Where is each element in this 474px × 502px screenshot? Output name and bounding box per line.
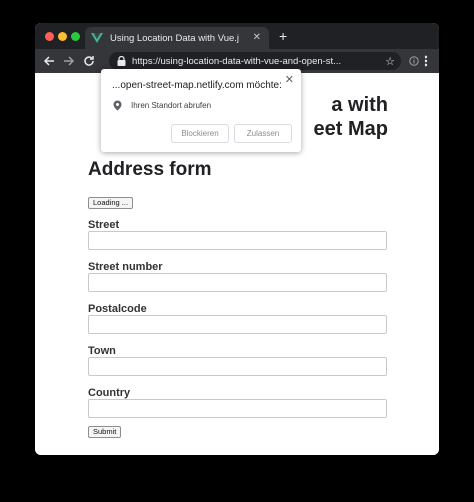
reload-icon[interactable] [81, 53, 97, 69]
browser-window: Using Location Data with Vue.j ✕ + https… [35, 23, 439, 455]
tab-active[interactable]: Using Location Data with Vue.j ✕ [85, 27, 269, 49]
new-tab-button[interactable]: + [279, 28, 287, 44]
popup-title: ...open-street-map.netlify.com möchte: [112, 80, 282, 91]
street-input[interactable] [88, 231, 387, 250]
permission-text: Ihren Standort abrufen [131, 101, 212, 110]
block-button[interactable]: Blockieren [171, 124, 229, 143]
vue-logo-icon [91, 33, 103, 43]
country-label: Country [88, 387, 131, 399]
minimize-window-button[interactable] [58, 32, 67, 41]
lock-icon[interactable] [117, 56, 126, 66]
tab-strip: Using Location Data with Vue.j ✕ + [35, 23, 439, 49]
close-window-button[interactable] [45, 32, 54, 41]
kebab-menu-icon[interactable] [418, 53, 434, 69]
street-number-label: Street number [88, 261, 163, 273]
postalcode-input[interactable] [88, 315, 387, 334]
arrow-left-icon[interactable] [41, 53, 57, 69]
location-pin-icon [113, 100, 122, 111]
town-label: Town [88, 345, 116, 357]
loading-button[interactable]: Loading ... [88, 197, 134, 209]
postalcode-label: Postalcode [88, 303, 147, 315]
close-icon[interactable]: ✕ [285, 73, 294, 86]
submit-button[interactable]: Submit [88, 426, 122, 438]
form-title: Address form [88, 159, 212, 180]
allow-button[interactable]: Zulassen [234, 124, 292, 143]
country-input[interactable] [88, 399, 387, 418]
street-number-input[interactable] [88, 273, 387, 292]
maximize-window-button[interactable] [71, 32, 80, 41]
arrow-right-icon[interactable] [61, 53, 77, 69]
street-label: Street [88, 219, 120, 231]
location-permission-popup: ...open-street-map.netlify.com möchte: ✕… [101, 69, 301, 152]
town-input[interactable] [88, 357, 387, 376]
star-icon[interactable]: ☆ [385, 55, 395, 68]
url-text[interactable]: https://using-location-data-with-vue-and… [132, 56, 381, 67]
address-bar[interactable]: https://using-location-data-with-vue-and… [109, 52, 401, 70]
tab-close-icon[interactable]: ✕ [253, 33, 261, 43]
tab-title: Using Location Data with Vue.j [110, 32, 240, 44]
